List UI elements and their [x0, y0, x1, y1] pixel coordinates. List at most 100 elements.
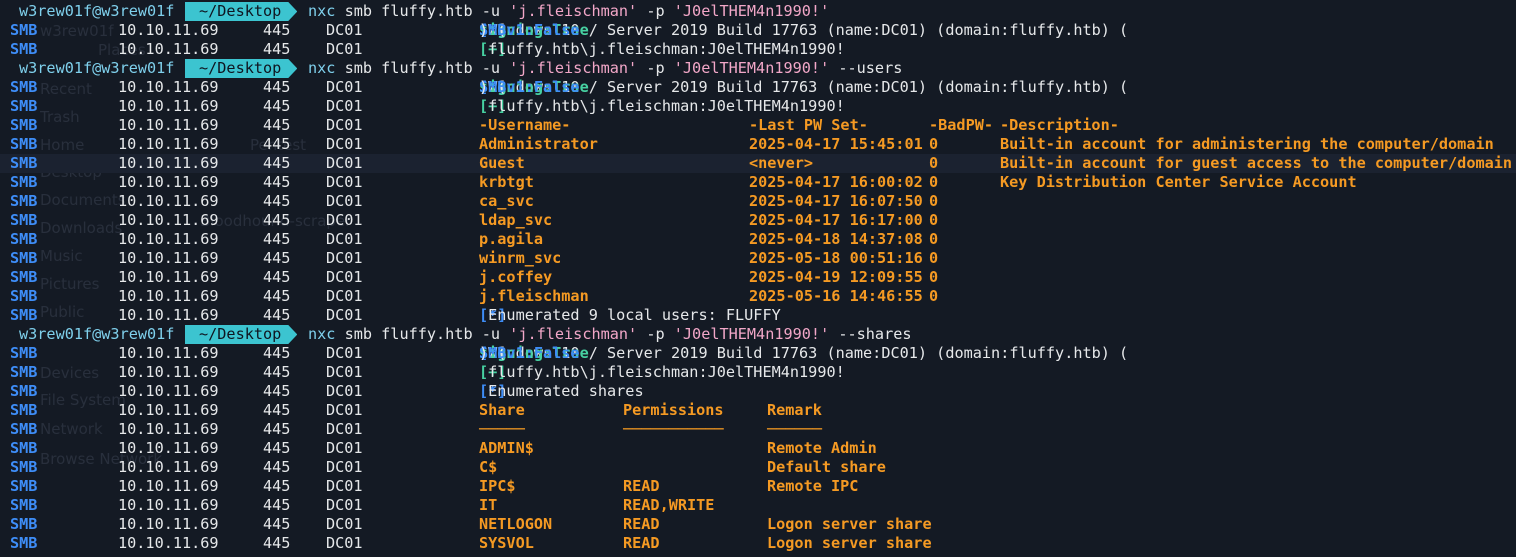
target-host: DC01 — [326, 458, 363, 476]
protocol-label: SMB — [10, 230, 38, 248]
smb-output-line: SMB 10.10.11.69 445 DC01 Share Permissions Rem… — [0, 401, 1516, 420]
share-remark: Logon server share — [767, 534, 932, 552]
target-host: DC01 — [326, 420, 363, 438]
user-description: Built-in account for guest access to the… — [1000, 154, 1513, 172]
target-port: 445 — [263, 477, 291, 495]
share-permissions: READ,WRITE — [623, 496, 715, 514]
share-remark: Default share — [767, 458, 886, 476]
prompt-line: w3rew01f@w3rew01f ~/Desktop nxc smb fluffy… — [0, 325, 1516, 344]
prompt-directory: ~/Desktop — [185, 325, 297, 344]
target-host: DC01 — [326, 40, 363, 58]
command-binary: nxc — [308, 325, 336, 343]
user-last-pw: 2025-04-19 12:09:55 — [749, 268, 923, 286]
user-badpw: 0 — [929, 135, 939, 153]
protocol-label: SMB — [10, 192, 38, 210]
target-ip: 10.10.11.69 — [118, 135, 219, 153]
target-host: DC01 — [326, 97, 363, 115]
target-host: DC01 — [326, 534, 363, 552]
prompt-directory: ~/Desktop — [185, 2, 297, 21]
target-port: 445 — [263, 534, 291, 552]
smb-output-line: SMB 10.10.11.69 445 DC01 C$ Default share — [0, 458, 1516, 477]
command-text[interactable]: nxc smb fluffy.htb -u 'j.fleischman' -p … — [308, 59, 902, 78]
target-host: DC01 — [326, 477, 363, 495]
user-last-pw: 2025-05-16 14:46:55 — [749, 287, 923, 305]
target-host: DC01 — [326, 306, 363, 324]
target-host: DC01 — [326, 78, 363, 96]
smb-output-line: SMB 10.10.11.69 445 DC01 [*] Windows 10 / Se… — [0, 21, 1516, 40]
share-name: IPC$ — [479, 477, 516, 495]
command-password: 'J0elTHEM4n1990!' — [673, 325, 830, 343]
target-host: DC01 — [326, 192, 363, 210]
prompt-user: w3rew01f@w3rew01f — [19, 2, 175, 20]
target-ip: 10.10.11.69 — [118, 306, 219, 324]
smbv1-flag: SMBv1:False — [479, 21, 580, 39]
target-host: DC01 — [326, 515, 363, 533]
share-name: IT — [479, 496, 498, 514]
command-args: smb fluffy.htb -u — [335, 59, 510, 77]
target-ip: 10.10.11.69 — [118, 249, 219, 267]
command-text[interactable]: nxc smb fluffy.htb -u 'j.fleischman' -p … — [308, 325, 912, 344]
protocol-label: SMB — [10, 211, 38, 229]
share-name: SYSVOL — [479, 534, 534, 552]
command-option: --shares — [829, 325, 912, 343]
auth-text: fluffy.htb\j.fleischman:J0elTHEM4n1990! — [479, 363, 845, 381]
user-badpw: 0 — [929, 268, 939, 286]
terminal-window[interactable]: w3rew01fPlacesRecentTrashHomeDesktopDocu… — [0, 0, 1516, 557]
target-ip: 10.10.11.69 — [118, 40, 219, 58]
protocol-label: SMB — [10, 154, 38, 172]
command-text[interactable]: nxc smb fluffy.htb -u 'j.fleischman' -p … — [308, 2, 829, 21]
target-ip: 10.10.11.69 — [118, 268, 219, 286]
share-permissions: READ — [623, 477, 660, 495]
share-name: ADMIN$ — [479, 439, 534, 457]
protocol-label: SMB — [10, 458, 38, 476]
user-badpw: 0 — [929, 249, 939, 267]
target-host: DC01 — [326, 154, 363, 172]
target-ip: 10.10.11.69 — [118, 173, 219, 191]
command-flag: -p — [637, 59, 674, 77]
command-flag: -p — [637, 2, 674, 20]
share-name: NETLOGON — [479, 515, 553, 533]
user-name: ca_svc — [479, 192, 534, 210]
target-ip: 10.10.11.69 — [118, 230, 219, 248]
user-name: winrm_svc — [479, 249, 562, 267]
target-host: DC01 — [326, 135, 363, 153]
target-port: 445 — [263, 287, 291, 305]
user-badpw: 0 — [929, 173, 939, 191]
shares-underline-permissions: ─────────── — [623, 420, 724, 438]
smb-output-line: SMB 10.10.11.69 445 DC01 [*] Enumerated 9 lo… — [0, 306, 1516, 325]
target-ip: 10.10.11.69 — [118, 496, 219, 514]
target-port: 445 — [263, 363, 291, 381]
enum-users-message-text: Enumerated 9 local users: FLUFFY — [479, 306, 781, 324]
smb-output-line: SMB 10.10.11.69 445 DC01 IPC$ READ Remote IPC — [0, 477, 1516, 496]
target-host: DC01 — [326, 287, 363, 305]
user-last-pw: 2025-04-17 16:17:00 — [749, 211, 923, 229]
target-host: DC01 — [326, 21, 363, 39]
target-ip: 10.10.11.69 — [118, 116, 219, 134]
prompt-directory: ~/Desktop — [185, 59, 297, 78]
shares-header-share: Share — [479, 401, 525, 419]
smb-output-line: SMB 10.10.11.69 445 DC01 -Username- -Last PW … — [0, 116, 1516, 135]
target-ip: 10.10.11.69 — [118, 515, 219, 533]
command-password: 'J0elTHEM4n1990!' — [673, 2, 830, 20]
smb-output-line: SMB 10.10.11.69 445 DC01 [*] Windows 10 / Se… — [0, 78, 1516, 97]
target-port: 445 — [263, 420, 291, 438]
share-remark: Logon server share — [767, 515, 932, 533]
protocol-label: SMB — [10, 382, 38, 400]
protocol-label: SMB — [10, 401, 38, 419]
user-name: Guest — [479, 154, 525, 172]
share-permissions: READ — [623, 515, 660, 533]
auth-text: fluffy.htb\j.fleischman:J0elTHEM4n1990! — [479, 40, 845, 58]
smb-output-line: SMB 10.10.11.69 445 DC01 [*] Windows 10 / Se… — [0, 344, 1516, 363]
prompt-line: w3rew01f@w3rew01f ~/Desktop nxc smb fluffy… — [0, 2, 1516, 21]
target-ip: 10.10.11.69 — [118, 78, 219, 96]
target-ip: 10.10.11.69 — [118, 97, 219, 115]
protocol-label: SMB — [10, 534, 38, 552]
target-host: DC01 — [326, 230, 363, 248]
protocol-label: SMB — [10, 40, 38, 58]
share-permissions: READ — [623, 534, 660, 552]
smb-output-line: SMB 10.10.11.69 445 DC01 Guest <never> 0 Built-… — [0, 154, 1516, 173]
command-username: 'j.fleischman' — [509, 325, 638, 343]
smbv1-flag: SMBv1:False — [479, 78, 580, 96]
user-name: p.agila — [479, 230, 544, 248]
info-close: ) — [479, 21, 489, 39]
